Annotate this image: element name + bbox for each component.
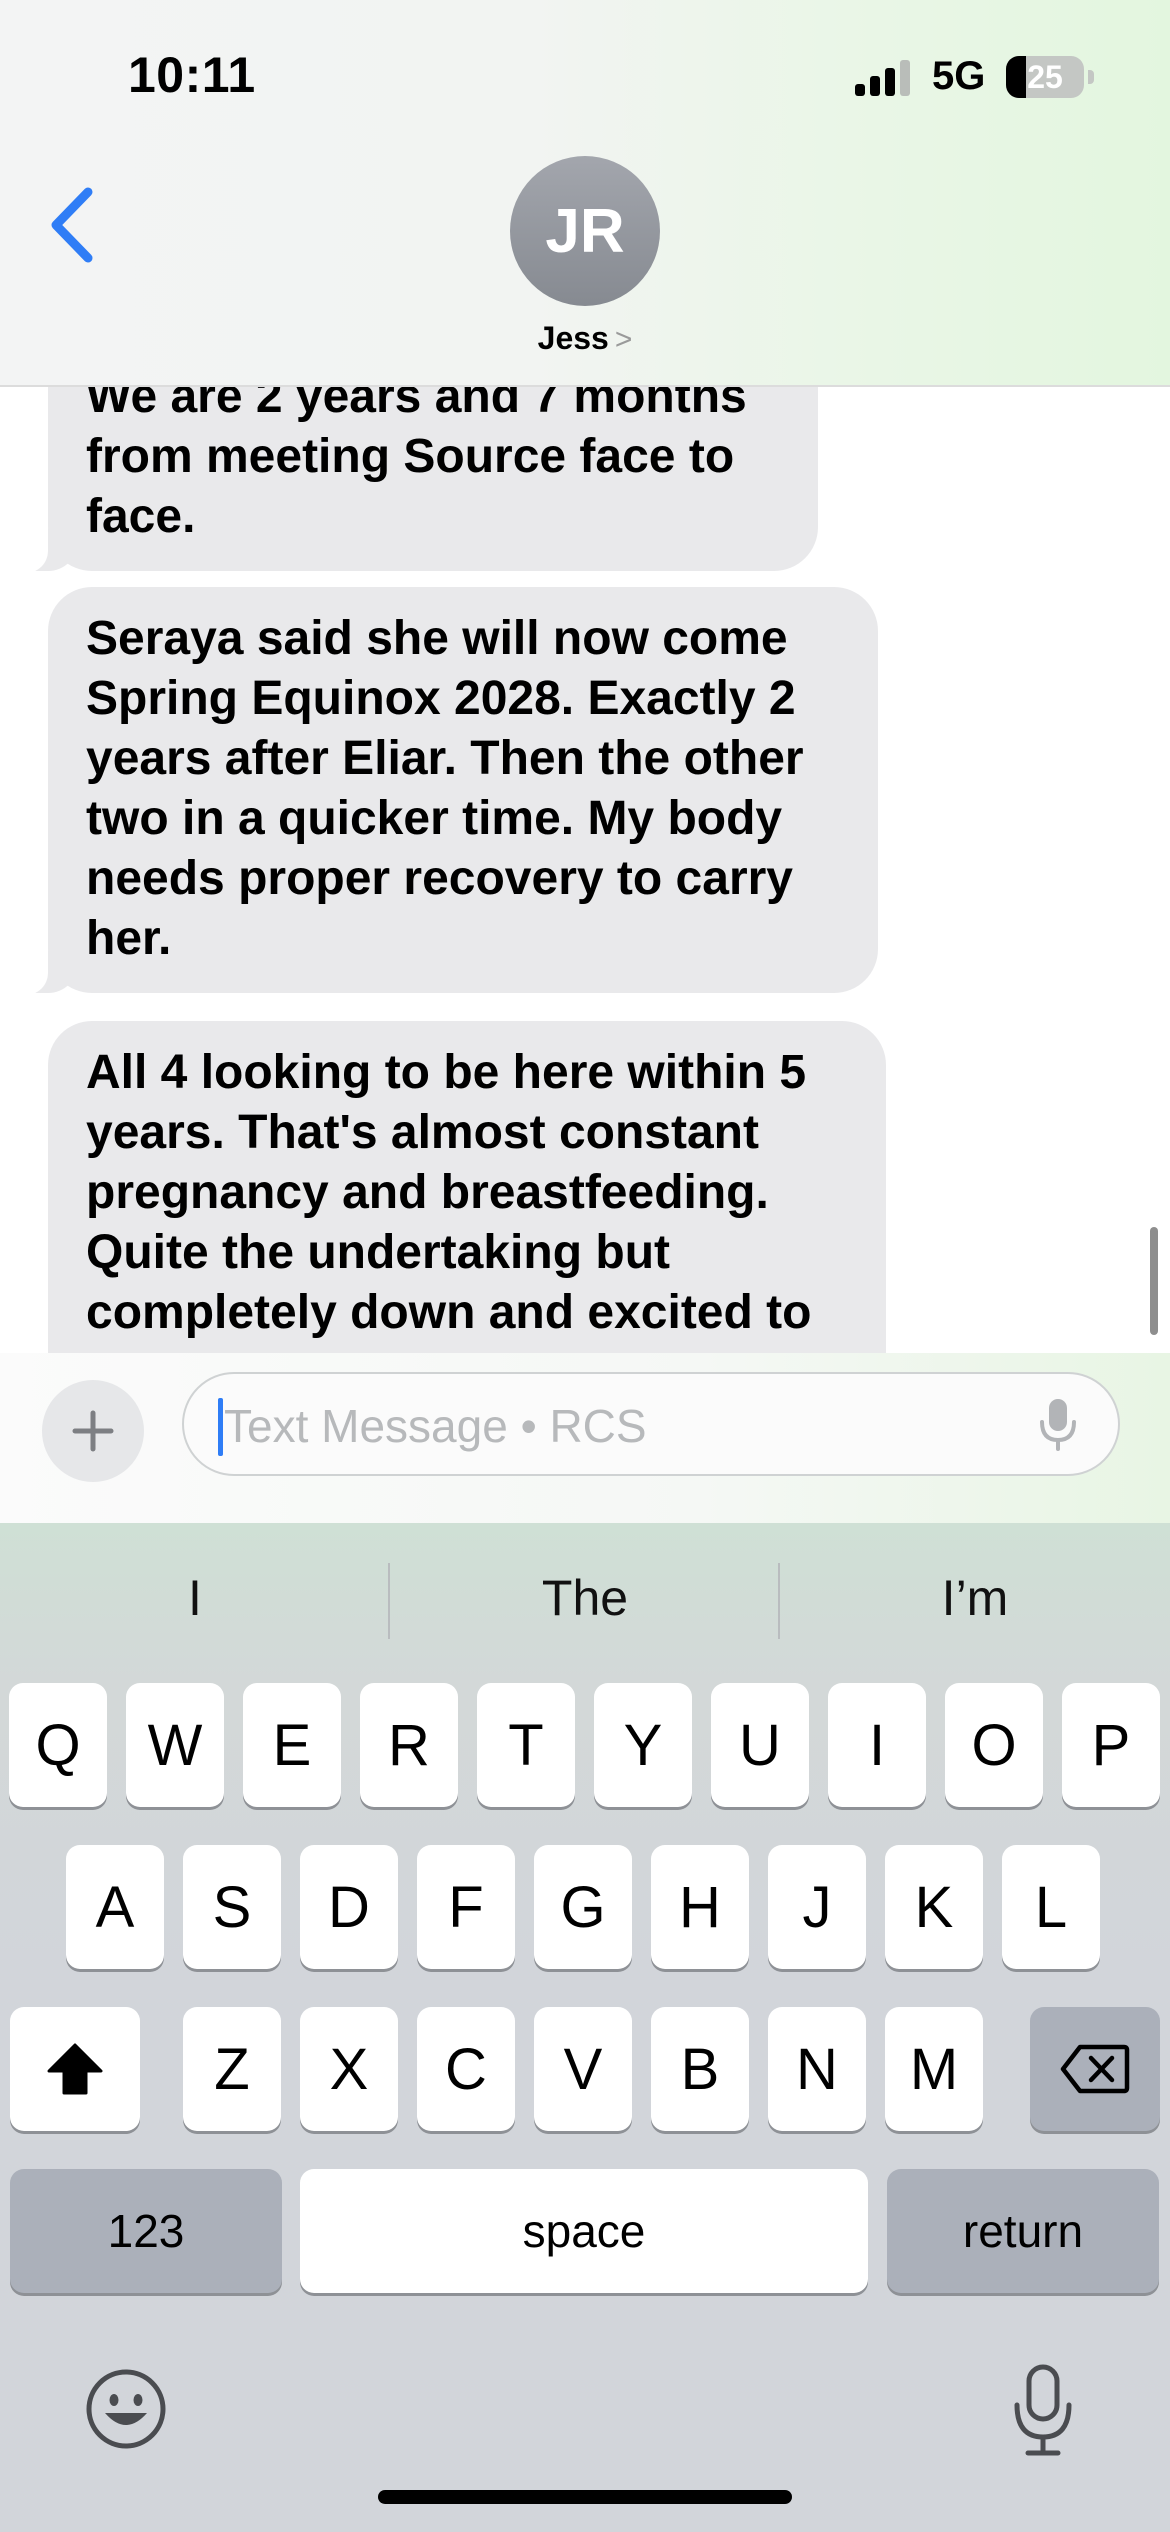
key-e[interactable]: E (243, 1683, 341, 1807)
message-bubble-received[interactable]: Seraya said she will now come Spring Equ… (16, 587, 878, 995)
cellular-signal-icon (855, 58, 915, 96)
delete-icon (1060, 2044, 1130, 2094)
battery-percent: 25 (1027, 59, 1063, 95)
back-button[interactable] (44, 180, 104, 270)
scroll-indicator[interactable] (1150, 1227, 1158, 1335)
delete-key[interactable] (1030, 2007, 1160, 2131)
return-key[interactable]: return (887, 2169, 1159, 2293)
microphone-icon[interactable] (1036, 1396, 1080, 1454)
dictation-button[interactable] (1008, 2363, 1078, 2459)
contact-name-button[interactable]: Jess > (0, 320, 1170, 357)
key-s[interactable]: S (183, 1845, 281, 1969)
add-attachment-button[interactable] (42, 1380, 144, 1482)
chevron-right-icon: > (614, 323, 633, 356)
key-l[interactable]: L (1002, 1845, 1100, 1969)
suggestion-3[interactable]: I’m (780, 1569, 1170, 1627)
shift-icon (47, 2043, 103, 2095)
key-n[interactable]: N (768, 2007, 866, 2131)
return-key-label: return (962, 2205, 1084, 2257)
contact-name: Jess (537, 320, 609, 356)
home-indicator[interactable] (378, 2490, 792, 2504)
key-o[interactable]: O (945, 1683, 1043, 1807)
key-v[interactable]: V (534, 2007, 632, 2131)
key-t[interactable]: T (477, 1683, 575, 1807)
conversation-header: 10:11 5G 25 JR Jess > (0, 0, 1170, 387)
emoji-icon[interactable] (84, 2367, 168, 2451)
battery-cap (1088, 70, 1094, 84)
key-q[interactable]: Q (9, 1683, 107, 1807)
status-time: 10:11 (128, 47, 256, 103)
message-bubble-received[interactable]: All 4 looking to be here within 5 years.… (48, 1021, 886, 1353)
compose-bar (0, 1353, 1170, 1523)
message-bubble-received[interactable]: We are 2 years and 7 months from meeting… (16, 387, 818, 573)
key-r[interactable]: R (360, 1683, 458, 1807)
plus-icon (72, 1410, 114, 1452)
key-m[interactable]: M (885, 2007, 983, 2131)
key-g[interactable]: G (534, 1845, 632, 1969)
key-b[interactable]: B (651, 2007, 749, 2131)
key-j[interactable]: J (768, 1845, 866, 1969)
space-key[interactable]: space (300, 2169, 868, 2293)
suggestion-1[interactable]: I (0, 1569, 390, 1627)
key-d[interactable]: D (300, 1845, 398, 1969)
battery-icon: 25 (1006, 56, 1084, 98)
keyboard: I The I’m QWERTYUIOPASDFGHJKLZXCVBNM 123… (0, 1523, 1170, 2532)
space-key-label: space (522, 2205, 646, 2257)
numbers-key-label: 123 (107, 2205, 185, 2257)
numbers-key[interactable]: 123 (10, 2169, 282, 2293)
chevron-left-icon (51, 187, 93, 263)
key-f[interactable]: F (417, 1845, 515, 1969)
contact-avatar[interactable]: JR (510, 156, 660, 306)
predictive-bar: I The I’m (0, 1523, 1170, 1673)
key-x[interactable]: X (300, 2007, 398, 2131)
key-i[interactable]: I (828, 1683, 926, 1807)
key-p[interactable]: P (1062, 1683, 1160, 1807)
message-input[interactable] (222, 1392, 986, 1460)
key-k[interactable]: K (885, 1845, 983, 1969)
network-type: 5G (932, 54, 986, 98)
suggestion-2[interactable]: The (390, 1569, 780, 1627)
key-u[interactable]: U (711, 1683, 809, 1807)
shift-key[interactable] (10, 2007, 140, 2131)
key-c[interactable]: C (417, 2007, 515, 2131)
key-w[interactable]: W (126, 1683, 224, 1807)
key-z[interactable]: Z (183, 2007, 281, 2131)
key-y[interactable]: Y (594, 1683, 692, 1807)
key-a[interactable]: A (66, 1845, 164, 1969)
avatar-initials: JR (545, 196, 625, 266)
key-h[interactable]: H (651, 1845, 749, 1969)
message-list[interactable]: We are 2 years and 7 months from meeting… (0, 387, 1170, 1353)
message-field[interactable] (182, 1372, 1120, 1476)
